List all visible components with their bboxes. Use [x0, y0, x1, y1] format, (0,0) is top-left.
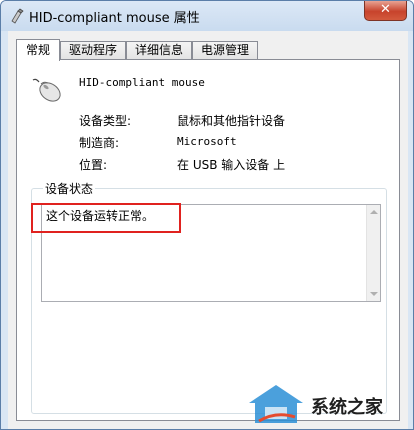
tab-label: 常规 — [25, 43, 50, 57]
site-watermark: 系统之家 — [241, 377, 413, 429]
mouse-icon — [32, 78, 61, 102]
tab-label: 驱动程序 — [68, 43, 117, 57]
tab-power-management[interactable]: 电源管理 — [192, 41, 258, 60]
location-label: 位置: — [79, 158, 108, 172]
window-title: HID-compliant mouse 属性 — [29, 11, 200, 26]
tab-label: 电源管理 — [200, 43, 249, 57]
watermark-text: 系统之家 — [311, 397, 383, 418]
status-highlight-box — [31, 203, 181, 233]
tab-driver[interactable]: 驱动程序 — [60, 41, 126, 60]
tab-label: 详细信息 — [134, 43, 183, 57]
status-scrollbar[interactable] — [366, 205, 380, 301]
device-status-title: 设备状态 — [43, 180, 96, 197]
device-type-value: 鼠标和其他指针设备 — [177, 114, 286, 128]
properties-window: HID-compliant mouse 属性 ✕ 常规 驱动程序 详细信息 电源… — [0, 0, 414, 430]
house-logo-icon — [249, 385, 303, 423]
close-button[interactable]: ✕ — [364, 1, 407, 21]
device-type-label: 设备类型: — [79, 114, 132, 128]
device-manager-icon — [11, 8, 24, 24]
tab-general[interactable]: 常规 — [16, 39, 60, 61]
manufacturer-label: 制造商: — [79, 136, 120, 150]
scroll-down-icon[interactable] — [370, 292, 378, 296]
scroll-up-icon[interactable] — [370, 210, 378, 214]
device-name: HID-compliant mouse — [79, 76, 205, 89]
title-bar[interactable]: HID-compliant mouse 属性 ✕ — [1, 1, 413, 31]
manufacturer-value: Microsoft — [177, 135, 237, 148]
general-tab-panel: HID-compliant mouse 设备类型: 鼠标和其他指针设备 制造商:… — [16, 59, 400, 421]
location-value: 在 USB 输入设备 上 — [177, 158, 286, 172]
close-icon: ✕ — [380, 2, 391, 17]
tab-details[interactable]: 详细信息 — [126, 41, 192, 60]
